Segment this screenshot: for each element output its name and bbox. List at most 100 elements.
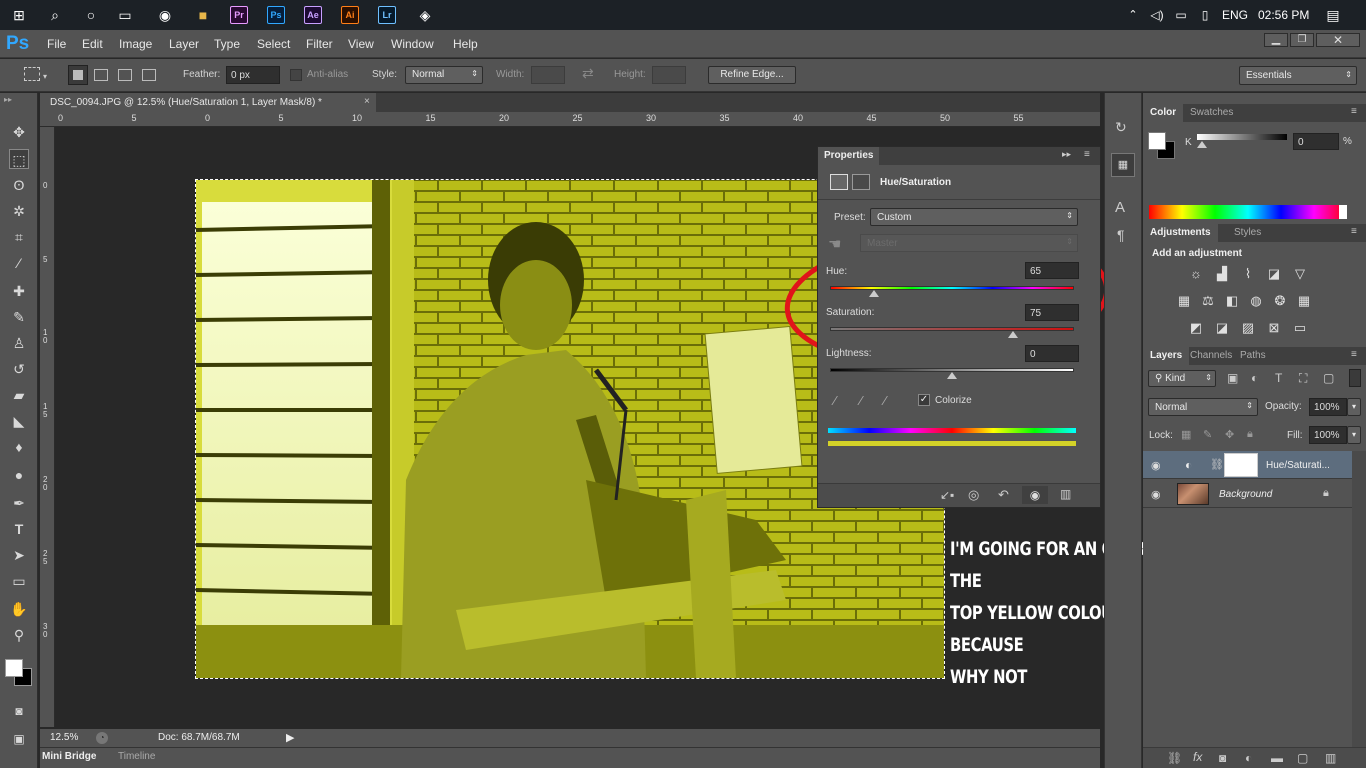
layer-filter-dropdown[interactable]: ⚲ Kind ⇕ (1148, 370, 1216, 387)
opacity-chevron-icon[interactable]: ▾ (1347, 398, 1361, 416)
colorize-checkbox[interactable]: ✓ (918, 394, 930, 406)
move-tool-icon[interactable]: ✥ (9, 122, 29, 142)
color-lookup-icon[interactable]: ▦ (1295, 293, 1313, 309)
character-icon[interactable]: A (1115, 199, 1125, 216)
lasso-tool-icon[interactable]: ʘ (9, 175, 29, 195)
properties-tab[interactable]: Properties (818, 147, 880, 165)
tab-channels[interactable]: Channels (1183, 347, 1239, 365)
reset-icon[interactable]: ↶ (998, 487, 1009, 503)
visibility-eye-icon[interactable]: ◉ (1151, 488, 1161, 501)
hue-input[interactable]: 65 (1025, 262, 1079, 279)
menu-view[interactable]: View (348, 37, 374, 51)
volume-icon[interactable]: ◁) (1146, 4, 1168, 26)
quick-mask-icon[interactable]: ◙ (9, 701, 29, 721)
color-foreground-swatch[interactable] (1148, 132, 1166, 150)
collapse-arrows-icon[interactable]: ▸▸ (4, 95, 12, 104)
paint-bucket-tool-icon[interactable]: ◣ (9, 411, 29, 431)
pen-tool-icon[interactable]: ✒ (9, 493, 29, 513)
rectangle-tool-icon[interactable]: ▭ (9, 571, 29, 591)
invert-icon[interactable]: ◩ (1187, 320, 1205, 336)
width-input[interactable] (531, 66, 565, 84)
chrome-icon[interactable]: ◉ (154, 4, 176, 26)
zoom-tool-icon[interactable]: ⚲ (9, 625, 29, 645)
subtract-selection-icon[interactable] (118, 69, 132, 81)
after-effects-app-icon[interactable]: Ae (304, 6, 322, 24)
clip-to-layer-icon[interactable]: ↙▪ (940, 488, 954, 502)
eraser-tool-icon[interactable]: ▰ (9, 385, 29, 405)
link-layers-icon[interactable]: ⛓ (1167, 751, 1182, 765)
action-center-icon[interactable]: ▤ (1322, 4, 1344, 26)
view-previous-state-icon[interactable]: ◎ (968, 487, 979, 503)
panel-menu-icon[interactable]: ≡ (1351, 106, 1357, 117)
channel-dropdown[interactable]: Master ⇕ (860, 234, 1078, 252)
swap-icon[interactable]: ⇄ (582, 65, 594, 82)
workspace-dropdown[interactable]: Essentials ⇕ (1239, 66, 1357, 85)
fx-icon[interactable]: fx (1193, 750, 1202, 764)
saturation-slider-knob[interactable] (1008, 331, 1018, 338)
menu-window[interactable]: Window (391, 37, 434, 51)
brush-tool-icon[interactable]: ✎ (9, 307, 29, 327)
color-balance-icon[interactable]: ⚖ (1199, 293, 1217, 309)
threshold-icon[interactable]: ▨ (1239, 320, 1257, 336)
height-input[interactable] (652, 66, 686, 84)
lock-position-icon[interactable]: ✥ (1225, 428, 1234, 441)
menu-filter[interactable]: Filter (306, 37, 333, 51)
color-ramp-white[interactable] (1339, 205, 1347, 219)
tab-paths[interactable]: Paths (1233, 347, 1273, 365)
layers-scrollbar[interactable] (1352, 451, 1366, 761)
tab-styles[interactable]: Styles (1227, 224, 1268, 242)
menu-file[interactable]: File (47, 37, 66, 51)
search-icon[interactable]: ⌕ (44, 4, 66, 26)
path-selection-tool-icon[interactable]: ➤ (9, 545, 29, 565)
black-white-icon[interactable]: ◧ (1223, 293, 1241, 309)
task-view-icon[interactable]: ▭ (114, 4, 136, 26)
language-indicator[interactable]: ENG (1222, 8, 1248, 22)
style-dropdown[interactable]: Normal ⇕ (405, 66, 483, 84)
filter-pixel-icon[interactable]: ▣ (1227, 371, 1238, 385)
hand-tool-icon[interactable]: ✋ (9, 599, 29, 619)
collapse-arrows-icon[interactable]: ▸▸ (1062, 149, 1071, 160)
menu-layer[interactable]: Layer (169, 37, 199, 51)
close-tab-icon[interactable]: × (364, 96, 370, 107)
tab-swatches[interactable]: Swatches (1183, 104, 1240, 122)
premiere-app-icon[interactable]: Pr (230, 6, 248, 24)
color-ramp[interactable] (1149, 205, 1347, 219)
posterize-icon[interactable]: ◪ (1213, 320, 1231, 336)
type-tool-icon[interactable]: T (9, 519, 29, 539)
photo-filter-icon[interactable]: ◍ (1247, 293, 1265, 309)
hue-slider[interactable] (830, 286, 1074, 290)
antialias-checkbox[interactable] (290, 69, 302, 81)
eyedropper-icon[interactable]: ⁄ (834, 393, 836, 408)
k-channel-slider[interactable] (1197, 134, 1287, 140)
eyedropper-tool-icon[interactable]: ⁄ (9, 253, 29, 273)
hue-saturation-icon[interactable]: ▦ (1175, 293, 1193, 309)
panel-menu-icon[interactable]: ≡ (1351, 349, 1357, 360)
status-icon[interactable]: ◔ (96, 732, 108, 744)
trash-icon[interactable]: ▥ (1060, 487, 1071, 501)
panel-menu-icon[interactable]: ≡ (1351, 226, 1357, 237)
k-channel-input[interactable]: 0 (1293, 133, 1339, 150)
intersect-selection-icon[interactable] (142, 69, 156, 81)
restore-button[interactable]: ❐ (1290, 33, 1314, 47)
healing-brush-tool-icon[interactable]: ✚ (9, 281, 29, 301)
tab-timeline[interactable]: Timeline (118, 751, 155, 762)
filter-smart-object-icon[interactable]: ▢ (1323, 371, 1334, 385)
lock-transparent-icon[interactable]: ▦ (1181, 428, 1191, 441)
crop-tool-icon[interactable]: ⌗ (9, 227, 29, 247)
filter-adjustment-icon[interactable]: ◐ (1251, 371, 1258, 385)
menu-select[interactable]: Select (257, 37, 290, 51)
panel-menu-icon[interactable]: ≡ (1084, 149, 1090, 160)
layer-name[interactable]: Hue/Saturati... (1266, 460, 1330, 471)
tab-mini-bridge[interactable]: Mini Bridge (42, 751, 96, 762)
zoom-level[interactable]: 12.5% (50, 732, 78, 743)
photoshop-app-icon[interactable]: Ps (267, 6, 285, 24)
windows-start-icon[interactable]: ⊞ (8, 4, 30, 26)
vibrance-icon[interactable]: ▽ (1291, 266, 1309, 282)
menu-type[interactable]: Type (214, 37, 240, 51)
brightness-contrast-icon[interactable]: ☼ (1187, 266, 1205, 282)
lock-image-icon[interactable]: ✎ (1203, 428, 1212, 441)
fill-input[interactable]: 100% (1309, 426, 1347, 444)
document-tab[interactable]: DSC_0094.JPG @ 12.5% (Hue/Saturation 1, … (40, 93, 376, 112)
menu-image[interactable]: Image (119, 37, 152, 51)
lightness-slider-knob[interactable] (947, 372, 957, 379)
